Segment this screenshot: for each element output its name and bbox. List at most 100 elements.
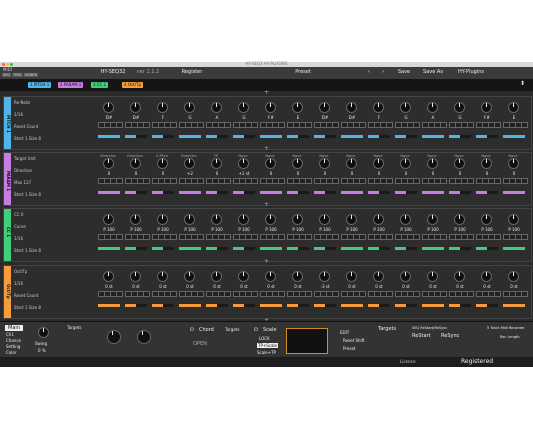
preset-next-icon[interactable]: › [379,69,387,76]
side-item-chance[interactable]: Chance [6,338,21,343]
mode-button-seq[interactable]: SEQ [2,73,12,77]
step-knob[interactable] [157,102,168,113]
step-toggle[interactable] [332,234,339,240]
step-knob[interactable] [400,158,411,169]
step-bar[interactable] [98,135,120,138]
step-knob[interactable] [265,271,276,282]
step-toggle[interactable] [251,291,258,297]
track-control[interactable]: 1/16 [14,281,23,286]
step-bar[interactable] [125,191,147,194]
step-bar[interactable] [314,191,336,194]
step-knob[interactable] [373,102,384,113]
step-bar[interactable] [368,135,390,138]
step-toggle[interactable] [521,178,528,184]
step-knob[interactable] [346,214,357,225]
step-toggle[interactable] [332,122,339,128]
step-toggle[interactable] [197,122,204,128]
step-knob[interactable] [184,158,195,169]
step-bar[interactable] [152,191,174,194]
step-toggle[interactable] [224,234,231,240]
step-bar[interactable] [422,191,444,194]
step-toggle[interactable] [278,234,285,240]
track-control[interactable]: Curve [14,224,26,229]
step-knob[interactable] [157,214,168,225]
track-control[interactable]: Start 1 Size 8 [14,192,41,197]
step-bar[interactable] [287,191,309,194]
step-knob[interactable] [481,158,492,169]
step-bar[interactable] [98,191,120,194]
step-bar[interactable] [233,135,255,138]
step-bar[interactable] [287,247,309,250]
tab-scroll-icon[interactable]: ⬍ [520,80,525,87]
zoom-icon[interactable] [10,63,13,66]
track-control[interactable]: Start 1 Size 8 [14,248,41,253]
restart-button[interactable]: ReStart [412,333,431,339]
step-toggle[interactable] [143,122,150,128]
step-knob[interactable] [427,102,438,113]
step-bar[interactable] [206,135,228,138]
step-bar[interactable] [503,304,525,307]
step-toggle[interactable] [386,178,393,184]
step-knob[interactable] [508,214,519,225]
step-bar[interactable] [422,247,444,250]
step-toggle[interactable] [170,178,177,184]
step-knob[interactable] [211,102,222,113]
resync-button[interactable]: ReSync [441,333,459,339]
track-control[interactable]: 1/16 [14,236,23,241]
step-knob[interactable] [454,271,465,282]
register-button[interactable]: Register [176,69,208,76]
preset-prev-icon[interactable]: ‹ [365,69,373,76]
step-toggle[interactable] [116,122,123,128]
step-bar[interactable] [395,304,417,307]
step-bar[interactable] [98,247,120,250]
step-bar[interactable] [368,191,390,194]
step-bar[interactable] [152,135,174,138]
step-knob[interactable] [130,102,141,113]
step-knob[interactable] [292,102,303,113]
tab-cc-1[interactable]: 3 CC 1 [91,82,109,88]
step-toggle[interactable] [413,122,420,128]
step-bar[interactable] [260,304,282,307]
step-toggle[interactable] [116,291,123,297]
step-toggle[interactable] [143,291,150,297]
tab-param-1[interactable]: 2 PARAM 1 [58,82,84,88]
step-knob[interactable] [103,158,114,169]
edit-button[interactable]: EDIT [340,330,349,335]
step-bar[interactable] [422,135,444,138]
step-knob[interactable] [346,158,357,169]
step-bar[interactable] [98,304,120,307]
track-control[interactable]: Max 127 [14,180,31,185]
step-toggle[interactable] [170,122,177,128]
step-toggle[interactable] [116,178,123,184]
step-knob[interactable] [211,214,222,225]
pattern-grid[interactable] [286,328,328,354]
step-bar[interactable] [152,304,174,307]
step-knob[interactable] [454,214,465,225]
step-bar[interactable] [476,304,498,307]
step-knob[interactable] [373,271,384,282]
step-toggle[interactable] [467,178,474,184]
step-knob[interactable] [238,271,249,282]
step-toggle[interactable] [170,234,177,240]
step-bar[interactable] [314,304,336,307]
step-knob[interactable] [130,271,141,282]
step-bar[interactable] [503,135,525,138]
step-bar[interactable] [125,304,147,307]
step-toggle[interactable] [224,291,231,297]
step-toggle[interactable] [386,234,393,240]
step-toggle[interactable] [494,122,501,128]
step-knob[interactable] [292,271,303,282]
step-knob[interactable] [319,214,330,225]
side-item-setting[interactable]: Setting [6,344,20,349]
step-toggle[interactable] [521,291,528,297]
track-control[interactable]: Direction [14,168,32,173]
reset-shift-button[interactable]: Reset Shift [343,338,365,343]
step-bar[interactable] [179,191,201,194]
track-control[interactable]: 1/16 [14,112,23,117]
step-bar[interactable] [368,247,390,250]
step-toggle[interactable] [440,234,447,240]
track-color-strip[interactable]: Oct/Tp [4,266,11,318]
track-color-strip[interactable]: PARAM 1 [4,153,11,205]
step-toggle[interactable] [467,234,474,240]
step-bar[interactable] [341,135,363,138]
